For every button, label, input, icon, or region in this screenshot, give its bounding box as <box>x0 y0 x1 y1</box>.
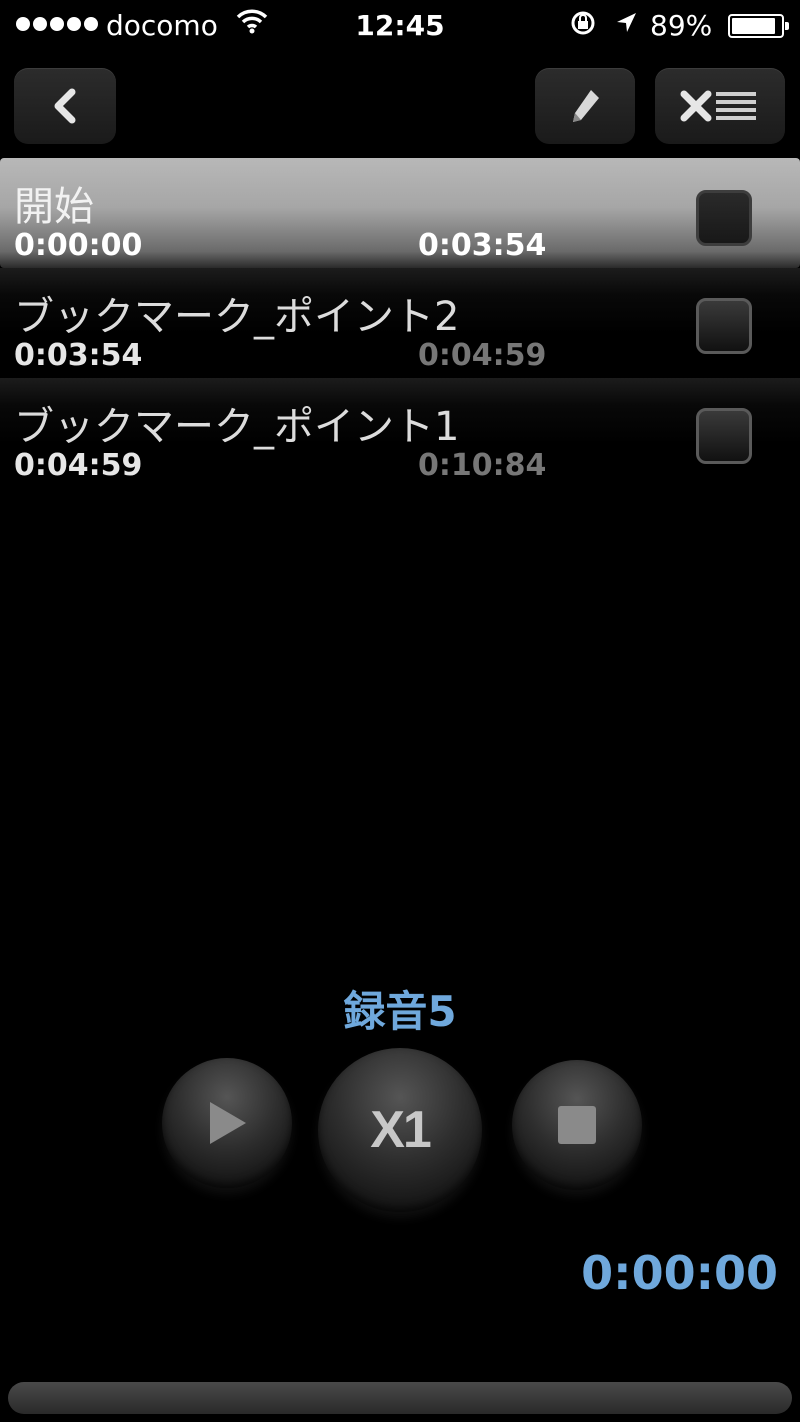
bookmark-row[interactable]: 開始 0:00:00 0:03:54 <box>0 158 800 268</box>
bookmark-title: 開始 <box>14 184 94 230</box>
battery-fill <box>732 18 775 34</box>
play-icon <box>210 1102 246 1144</box>
bookmark-list: 開始 0:00:00 0:03:54 ブックマーク_ポイント2 0:03:54 … <box>0 158 800 488</box>
play-button[interactable] <box>162 1058 292 1188</box>
delete-button[interactable] <box>655 68 785 144</box>
bookmark-title: ブックマーク_ポイント2 <box>14 294 460 340</box>
bookmark-start-time: 0:03:54 <box>14 338 143 373</box>
back-button[interactable] <box>14 68 116 144</box>
status-bar: docomo 12:45 89% <box>0 0 800 56</box>
stop-icon <box>558 1106 596 1144</box>
bookmark-row[interactable]: ブックマーク_ポイント1 0:04:59 0:10:84 <box>0 378 800 488</box>
battery-percent: 89% <box>650 9 713 42</box>
app-screen: docomo 12:45 89% 開始 0:00:00 0:03:54 ブックマ… <box>0 0 800 1422</box>
location-arrow-icon <box>617 13 636 32</box>
bookmark-start-time: 0:00:00 <box>14 228 143 263</box>
bookmark-start-time: 0:04:59 <box>14 448 143 483</box>
delete-list-icon <box>680 90 756 122</box>
speed-button[interactable]: X1 <box>318 1048 482 1212</box>
battery-icon <box>728 14 789 38</box>
bookmark-end-time: 0:10:84 <box>418 448 547 483</box>
bookmark-checkbox[interactable] <box>696 190 752 246</box>
rotation-lock-icon <box>571 11 595 35</box>
battery-nub <box>785 22 789 30</box>
recording-name: 録音5 <box>343 987 457 1036</box>
bookmark-title: ブックマーク_ポイント1 <box>14 404 460 450</box>
bookmark-checkbox[interactable] <box>696 298 752 354</box>
pencil-icon <box>573 90 599 122</box>
chevron-left-icon <box>54 88 76 124</box>
bookmark-row[interactable]: ブックマーク_ポイント2 0:03:54 0:04:59 <box>0 268 800 378</box>
speed-label: X1 <box>370 1101 432 1159</box>
progress-bar[interactable] <box>8 1382 792 1414</box>
bookmark-end-time: 0:04:59 <box>418 338 547 373</box>
bookmark-end-time: 0:03:54 <box>418 228 547 263</box>
stop-button[interactable] <box>512 1060 642 1190</box>
bookmark-checkbox[interactable] <box>696 408 752 464</box>
elapsed-time: 0:00:00 <box>581 1246 778 1300</box>
edit-button[interactable] <box>535 68 635 144</box>
